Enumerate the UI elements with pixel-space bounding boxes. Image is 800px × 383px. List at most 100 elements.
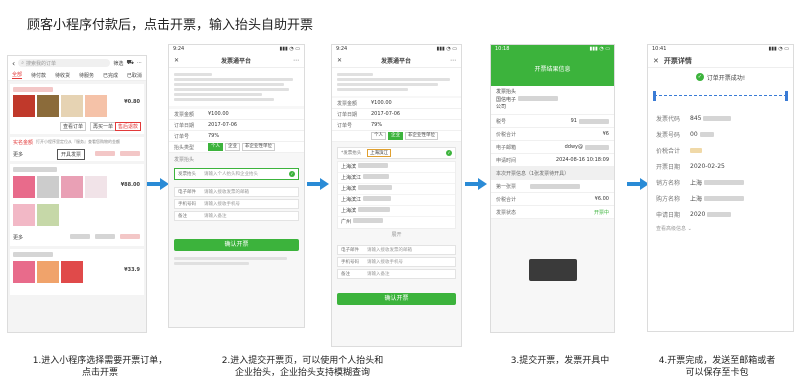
- product-image: [37, 95, 59, 117]
- suggestion-item[interactable]: 上海滨江: [338, 173, 455, 184]
- selection-handle-left[interactable]: [653, 91, 656, 101]
- status-signal-icon: ▮▮▮ ◔ ▭: [279, 46, 300, 52]
- order-card: ¥0.80 查看订单 再买一单 售后退款: [10, 84, 144, 134]
- product-image: [37, 261, 59, 283]
- suggestion-name: 广州: [341, 219, 352, 225]
- suggestion-item[interactable]: 上海滨: [338, 162, 455, 173]
- remark-field[interactable]: 备注 请输入备注: [174, 211, 299, 221]
- back-icon[interactable]: ‹: [12, 59, 15, 68]
- status-value: 开票中: [593, 209, 609, 216]
- success-text: 订单开票成功!: [706, 74, 746, 82]
- apply-time-row: 申请时间 2024-08-16 10:18:09: [491, 154, 614, 167]
- tab-completed[interactable]: 已完成: [103, 72, 118, 79]
- close-icon[interactable]: ✕: [653, 57, 659, 65]
- invoice-amount-row: 发票金额 ¥100.00: [169, 109, 304, 120]
- selection-handle-right[interactable]: [785, 91, 788, 101]
- field-value: ¥6: [602, 131, 609, 137]
- view-order-button[interactable]: 查看订单: [60, 122, 87, 131]
- confirm-invoice-button[interactable]: 确认开票: [174, 239, 299, 251]
- expand-link[interactable]: 展开: [332, 229, 461, 240]
- type-company-chip[interactable]: 企业: [225, 143, 240, 151]
- phone-field[interactable]: 手机号码 请输入接收手机号: [174, 199, 299, 209]
- more-icon[interactable]: ⋯: [137, 60, 142, 66]
- blurred-button: [120, 234, 140, 239]
- search-query: 上海滨江: [367, 149, 391, 157]
- detail-label: 价税合计: [656, 147, 681, 155]
- company-search-input[interactable]: *发票抬头 上海滨江 ✓: [337, 147, 456, 159]
- suggestion-item[interactable]: 广州: [338, 217, 455, 228]
- blurred-button: [95, 234, 115, 239]
- product-image: [13, 204, 35, 226]
- blurred-button: [70, 234, 90, 239]
- detail-value: 上海: [690, 179, 703, 187]
- suggestion-name: 上海滨: [341, 208, 357, 214]
- type-company-chip[interactable]: 企业: [388, 132, 403, 140]
- rebuy-button[interactable]: 再买一单: [90, 122, 117, 131]
- status-bar: 9:24 ▮▮▮ ◔ ▭: [332, 45, 461, 54]
- company-row: 发票抬头 国信电子 公司: [491, 86, 614, 115]
- detail-label: 发票号码: [656, 131, 681, 139]
- order-card: ¥33.9: [10, 249, 144, 295]
- type-nonprofit-chip[interactable]: 非企业性单位: [242, 143, 275, 151]
- input-label: 电子邮件: [178, 190, 196, 195]
- product-image: [37, 204, 59, 226]
- field-label: 订单号: [174, 133, 190, 140]
- company-name: 国信电子: [496, 97, 517, 103]
- input-placeholder: 请输入接收手机号: [204, 202, 240, 207]
- status-bar: 10:41 ▮▮▮ ◔ ▭: [648, 45, 793, 54]
- invoice-title-input[interactable]: 发票抬头 请输入个人抬头和企业抬头 ✓: [174, 168, 299, 180]
- email-field[interactable]: 电子邮件 请输入接收发票的邮箱: [337, 245, 456, 255]
- more-link[interactable]: 更多: [13, 151, 23, 158]
- status-time: 9:24: [336, 46, 348, 52]
- advanced-info-link[interactable]: 查看高级信息 ⌄: [656, 225, 785, 232]
- remark-field[interactable]: 备注 请输入备注: [337, 269, 456, 279]
- status-bar: 10:18 ▮▮▮ ◔ ▭: [491, 45, 614, 54]
- blurred-button: [95, 151, 115, 156]
- tab-pending-pay[interactable]: 待付款: [31, 72, 46, 79]
- notice-text: 打开小程序里定位从『服务』查看您购物的金额: [36, 139, 121, 144]
- suggestion-item[interactable]: 上海滨江: [338, 195, 455, 206]
- tab-all[interactable]: 全部: [12, 71, 23, 79]
- company-suffix: 公司: [496, 104, 507, 110]
- input-label: 发票抬头: [178, 172, 196, 177]
- more-icon[interactable]: ⋯: [293, 57, 299, 64]
- input-placeholder: 请输入接收手机号: [367, 260, 403, 265]
- input-placeholder: 请输入个人抬头和企业抬头: [204, 172, 258, 177]
- filter-button[interactable]: 筛选: [113, 60, 123, 67]
- tab-cancelled[interactable]: 已取消: [127, 72, 142, 79]
- field-label: 价税合计: [496, 131, 517, 138]
- suggestion-item[interactable]: 上海滨: [338, 206, 455, 217]
- phone-order-list: ‹ ⌕ 搜索我的订单 筛选 ⛟ ⋯ 全部 待付款 待收货 待服务 已完成 已取消…: [7, 55, 147, 333]
- status-bar: 9:24 ▮▮▮ ◔ ▭: [169, 45, 304, 54]
- search-input[interactable]: ⌕ 搜索我的订单: [18, 59, 111, 67]
- flow-arrow-2: [307, 178, 329, 190]
- tab-pending-receive[interactable]: 待收货: [55, 72, 70, 79]
- suggestion-item[interactable]: 上海滨: [338, 184, 455, 195]
- tab-pending-service[interactable]: 待服务: [79, 72, 94, 79]
- invoice-amount-row: 发票金额 ¥100.00: [332, 98, 461, 109]
- detail-value: 845: [690, 114, 702, 122]
- phone-field[interactable]: 手机号码 请输入接收手机号: [337, 257, 456, 267]
- email-field[interactable]: 电子邮件 请输入接收发票的邮箱: [174, 187, 299, 197]
- product-image: [37, 176, 59, 198]
- more-link[interactable]: 更多: [13, 234, 23, 241]
- caption-line: 企业抬头，企业抬头支持模糊查询: [234, 368, 370, 378]
- field-value: 2017-07-06: [208, 122, 238, 128]
- field-value: ¥100.00: [371, 100, 392, 106]
- refund-button[interactable]: 售后退款: [114, 122, 141, 131]
- confirm-invoice-button[interactable]: 确认开票: [337, 293, 456, 305]
- field-label: 订单日期: [337, 111, 358, 118]
- more-icon[interactable]: ⋯: [450, 57, 456, 64]
- type-personal-chip[interactable]: 个人: [371, 132, 386, 140]
- input-placeholder: 请输入接收发票的邮箱: [204, 190, 249, 195]
- caption-line: 点击开票: [81, 368, 118, 378]
- type-personal-chip[interactable]: 个人: [208, 143, 223, 151]
- type-nonprofit-chip[interactable]: 非企业性单位: [405, 132, 438, 140]
- cart-icon[interactable]: ⛟: [126, 59, 134, 67]
- invoice-button[interactable]: 开具发票: [57, 149, 86, 160]
- field-value: 2017-07-06: [371, 111, 401, 117]
- nav-bar: ✕ 发票通平台 ⋯: [332, 54, 461, 68]
- banner-title: 开票结果信息: [534, 66, 571, 73]
- detail-value: 00: [690, 130, 698, 138]
- order-price: ¥88.00: [120, 182, 140, 188]
